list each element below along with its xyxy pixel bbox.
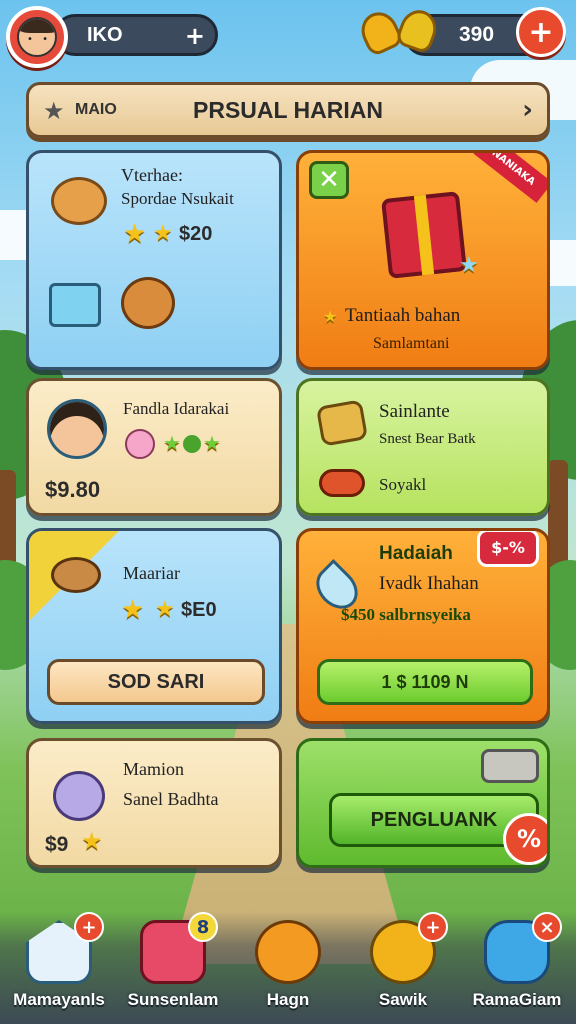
- star-icon: ★: [81, 827, 103, 855]
- card-7-subtitle: Sanel Badhta: [123, 789, 219, 809]
- card-5-title: Maariar: [123, 563, 180, 583]
- box-icon: [255, 920, 321, 984]
- card-7-price: $9: [45, 833, 69, 856]
- buy-button-card-5[interactable]: SOD SARI: [47, 659, 265, 705]
- nav-item-4[interactable]: × RamaGiam: [462, 912, 572, 1024]
- bunny-plush-icon: [53, 771, 105, 821]
- ice-chest-icon: [49, 283, 101, 327]
- player-avatar[interactable]: [6, 6, 68, 68]
- add-coins-button[interactable]: +: [516, 7, 566, 57]
- discount-badge: %: [503, 813, 547, 865]
- candy-icon: [319, 469, 365, 497]
- lion-plush-icon: [51, 177, 107, 225]
- shop-card-5[interactable]: Maariar ★ ★ $E0 SOD SARI: [26, 528, 282, 724]
- sparkle-icon: ★: [459, 253, 479, 278]
- coin-amount: 390: [459, 23, 495, 46]
- card-6-offer: $450 salbrnsyeika: [341, 605, 471, 624]
- nav-item-0[interactable]: + Mamayanls: [4, 912, 114, 1024]
- gift-box-icon: [381, 191, 467, 279]
- star-icon: ★: [153, 221, 173, 246]
- star-icon: ★: [121, 595, 145, 625]
- daily-mission-banner[interactable]: ★ MAIO PRSUAL HARIAN ›: [26, 82, 550, 138]
- card-3-price: $9.80: [45, 477, 101, 502]
- card-6-subtitle: Ivadk Ihahan: [379, 573, 479, 594]
- shop-card-1[interactable]: Vterhae: Spordae Nsukait ★ ★ $20: [26, 150, 282, 370]
- shop-card-8[interactable]: PENGLUANK %: [296, 738, 550, 868]
- bell-icon: [355, 5, 442, 58]
- card-2-title: Tantiaah bahan: [345, 305, 461, 326]
- green-gem-icon: [183, 435, 201, 453]
- card-4-extra: Soyakl: [379, 475, 427, 494]
- discount-badge: $-%: [477, 531, 539, 567]
- nav-label-2: Hagn: [266, 990, 310, 1009]
- hamster-icon: [121, 277, 175, 329]
- cookie-icon: [315, 399, 369, 447]
- shop-card-7[interactable]: Mamion Sanel Badhta $9 ★: [26, 738, 282, 868]
- nav-badge-4: ×: [532, 912, 562, 942]
- nav-label-1: Sunsenlam: [127, 990, 219, 1009]
- hot-ribbon: NANIAKA: [473, 153, 547, 203]
- player-name: IKO: [87, 23, 123, 46]
- nav-label-3: Sawik: [378, 990, 428, 1009]
- avatar-icon: [47, 399, 107, 459]
- chevron-right-icon[interactable]: ›: [522, 95, 533, 125]
- shop-card-3[interactable]: Fandla Idarakai ★ ★ $9.80: [26, 378, 282, 516]
- bottom-navigation: + Mamayanls 8 Sunsenlam Hagn + Sawik × R…: [0, 912, 576, 1024]
- star-icon: ★: [163, 431, 181, 455]
- nav-badge-3: +: [418, 912, 448, 942]
- shop-card-4[interactable]: Sainlante Snest Bear Batk Soyakl: [296, 378, 550, 516]
- card-3-title: Fandla Idarakai: [123, 399, 230, 418]
- nav-badge-1: 8: [188, 912, 218, 942]
- banner-title: PRSUAL HARIAN: [193, 97, 383, 123]
- card-7-title: Mamion: [123, 759, 184, 779]
- bird-icon: [51, 557, 101, 593]
- avatar-face-icon: [17, 17, 57, 57]
- nav-label-4: RamaGiam: [472, 990, 562, 1009]
- shop-card-6[interactable]: $-% Hadaiah Ivadk Ihahan $450 salbrnsyei…: [296, 528, 550, 724]
- nav-item-3[interactable]: + Sawik: [348, 912, 458, 1024]
- star-icon: ★: [123, 219, 147, 249]
- card-4-subtitle: Snest Bear Batk: [379, 431, 476, 447]
- nav-item-2[interactable]: Hagn: [233, 912, 343, 1024]
- add-profile-icon[interactable]: +: [185, 22, 205, 50]
- player-name-pill[interactable]: IKO +: [54, 14, 218, 56]
- star-icon: ★: [203, 431, 221, 455]
- star-icon: ★: [155, 597, 175, 622]
- card-1-subtitle: Spordae Nsukait: [121, 189, 234, 208]
- filter-icon[interactable]: [481, 749, 539, 783]
- card-2-subtitle: Samlamtani: [373, 335, 450, 352]
- card-4-title: Sainlante: [379, 401, 450, 422]
- shop-card-2[interactable]: ✕ NANIAKA ★ ★ Tantiaah bahan Samlamtani: [296, 150, 550, 370]
- card-6-title: Hadaiah: [379, 543, 453, 564]
- card-5-price: $E0: [181, 599, 217, 621]
- nav-badge-0: +: [74, 912, 104, 942]
- nav-item-1[interactable]: 8 Sunsenlam: [118, 912, 228, 1024]
- pink-plush-icon: [125, 429, 155, 459]
- card-1-title: Vterhae:: [121, 165, 183, 185]
- star-icon: ★: [323, 307, 338, 326]
- card-1-price: $20: [179, 223, 213, 245]
- buy-button-card-6[interactable]: 1 $ 1109 N: [317, 659, 533, 705]
- top-bar: IKO + 390 +: [0, 0, 576, 76]
- close-check-icon[interactable]: ✕: [309, 161, 349, 199]
- nav-label-0: Mamayanls: [13, 990, 105, 1009]
